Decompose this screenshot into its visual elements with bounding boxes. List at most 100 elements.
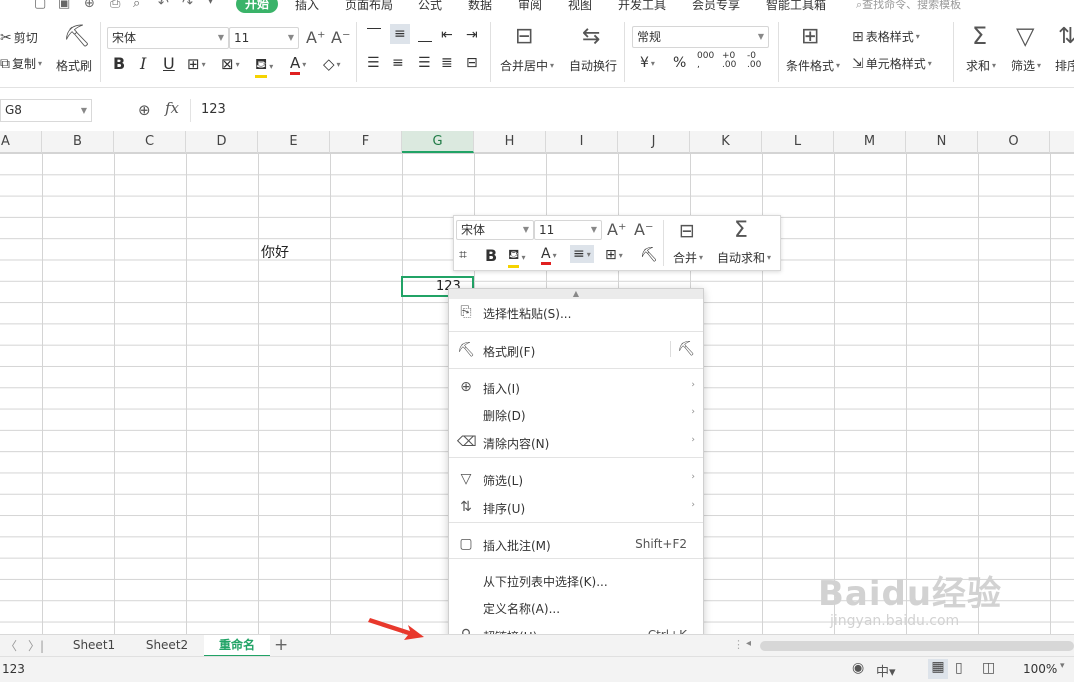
column-header-f[interactable]: F [330,131,402,153]
font-size-select[interactable]: 11 ▼ [229,27,299,49]
thousands-button[interactable]: 000, [697,52,714,70]
name-box[interactable]: G8 ▼ [0,99,92,122]
context-menu-item[interactable]: ⌫ 清除内容(N) › [449,430,703,456]
decrease-decimal-button[interactable]: -0.00 [747,52,761,70]
filter-button[interactable]: 筛选 ▾ [1011,57,1041,74]
italic-button[interactable]: I [140,54,146,73]
tab-developer[interactable]: 开发工具 [618,0,666,13]
page-break-view-icon[interactable]: ◫ [982,660,995,676]
split-handle-icon[interactable]: ⋮ [733,638,744,651]
tab-smart-toolbox[interactable]: 智能工具箱 [766,0,826,13]
cell-style-menu-button[interactable]: ⇲ 单元格样式 ▾ [852,55,932,72]
sheet-tab-sheet1[interactable]: Sheet1 [58,635,130,657]
sheet-tab-rename[interactable]: 重命名 [204,635,270,657]
print-icon[interactable]: ⎙ [110,0,120,11]
align-right-button[interactable]: ☰ [418,55,431,71]
zoom-level[interactable]: 100% [1023,662,1057,676]
column-header-j[interactable]: J [618,131,690,153]
wrap-text-button[interactable]: 自动换行 [569,57,617,74]
column-header-b[interactable]: B [42,131,114,153]
increase-decimal-button[interactable]: +0.00 [722,52,736,70]
align-bottom-button[interactable]: ⎽ [418,27,432,43]
scroll-left-icon[interactable]: ◂ [746,638,751,649]
tab-home[interactable]: 开始 [236,0,279,13]
more-icon[interactable]: ▾ [208,0,213,7]
column-header-g[interactable]: G [402,131,474,153]
column-header-h[interactable]: H [474,131,546,153]
align-center-button[interactable]: ≡ [392,55,404,71]
tab-insert[interactable]: 插入 [295,0,319,13]
eye-icon[interactable]: ◉ [852,660,864,676]
context-menu-item[interactable]: ▽ 筛选(L) › [449,467,703,493]
sum-button[interactable]: 求和 ▾ [966,57,996,74]
format-painter-button[interactable]: 格式刷 [56,57,92,74]
float-border-button[interactable]: ⊞ ▾ [605,247,623,263]
tab-view[interactable]: 视图 [568,0,592,13]
tab-data[interactable]: 数据 [468,0,492,13]
currency-button[interactable]: ¥ ▾ [640,55,655,71]
column-header-k[interactable]: K [690,131,762,153]
formula-input[interactable]: 123 [190,99,1074,122]
print-preview-icon[interactable]: ⌕ [133,0,140,11]
float-format-painter-button[interactable]: ⛏ [640,247,658,263]
column-header-a[interactable]: A [0,131,42,153]
collapse-toolbar-button[interactable]: ▲ [449,289,703,299]
float-autosum-button[interactable]: 自动求和 ▾ [717,249,771,266]
tab-page-layout[interactable]: 页面布局 [345,0,393,13]
input-method-icon[interactable]: 中▾ [876,661,896,680]
increase-indent-button[interactable]: ⇥ [466,27,478,43]
align-left-button[interactable]: ☰ [367,55,380,71]
align-top-button[interactable]: ⎺ [367,27,381,43]
normal-view-icon[interactable]: ▦ [928,659,948,679]
new-icon[interactable]: ▢ [34,0,46,11]
float-decrease-font-button[interactable]: A⁻ [634,220,653,239]
page-layout-view-icon[interactable]: ▯ [955,660,963,676]
font-color-button[interactable]: A ▾ [290,54,306,75]
float-fill-color-button[interactable]: ⛾ ▾ [508,247,525,268]
bold-button[interactable]: B [113,54,125,73]
tab-formula[interactable]: 公式 [418,0,442,13]
save-icon[interactable]: ▣ [58,0,70,11]
prev-sheet-icon[interactable]: 〈 [5,637,17,654]
format-painter-icon[interactable]: ⛏ [63,26,91,48]
pin-format-painter-icon[interactable]: ⛏ [670,341,695,357]
horizontal-scrollbar[interactable] [760,641,1074,651]
underline-button[interactable]: U [163,54,175,73]
percent-button[interactable]: % [673,55,686,71]
tab-review[interactable]: 审阅 [518,0,542,13]
undo-icon[interactable]: ↶ [158,0,169,11]
column-header-o[interactable]: O [978,131,1050,153]
format-painter-icon[interactable]: ⊕ [84,0,95,11]
add-sheet-icon[interactable]: + [274,635,288,655]
context-menu-item[interactable]: 删除(D) › [449,402,703,428]
context-menu-item[interactable]: 定义名称(A)... [449,595,703,621]
table-style-button[interactable]: ⊞ 表格样式 ▾ [852,28,920,45]
column-header-c[interactable]: C [114,131,186,153]
fill-color-button[interactable]: ⛾ ▾ [255,55,273,78]
sheet-tab-sheet2[interactable]: Sheet2 [131,635,203,657]
justify-button[interactable]: ≣ [441,55,453,71]
context-menu-item[interactable]: ⎘ 选择性粘贴(S)... [449,300,703,326]
cut-button[interactable]: ✂ 剪切 [0,29,38,46]
number-format-select[interactable]: 常规 ▼ [632,26,769,48]
column-header-m[interactable]: M [834,131,906,153]
column-header-l[interactable]: L [762,131,834,153]
increase-font-button[interactable]: A⁺ [306,28,325,47]
float-format-icon[interactable]: ⌗ [459,247,467,263]
sort-button[interactable]: 排序 [1055,57,1074,74]
last-sheet-icon[interactable]: 〉| [28,637,44,654]
cell-e6[interactable]: 你好 [261,242,289,262]
align-middle-button[interactable]: ≡ [390,24,410,44]
column-header-d[interactable]: D [186,131,258,153]
conditional-format-button[interactable]: 条件格式 ▾ [786,57,840,74]
font-name-select[interactable]: 宋体 ▼ [107,27,229,49]
cell-style-button[interactable]: ⊠ ▾ [221,55,240,73]
fx-button[interactable]: fx [165,99,179,117]
column-header-i[interactable]: I [546,131,618,153]
clear-button[interactable]: ◇ ▾ [323,55,341,73]
float-font-name-select[interactable]: 宋体 ▼ [456,220,534,240]
float-font-size-select[interactable]: 11 ▼ [534,220,602,240]
zoom-search-icon[interactable]: ⊕ [138,101,151,119]
border-button[interactable]: ⊞ ▾ [187,55,206,73]
float-merge-button[interactable]: 合并 ▾ [673,249,703,266]
